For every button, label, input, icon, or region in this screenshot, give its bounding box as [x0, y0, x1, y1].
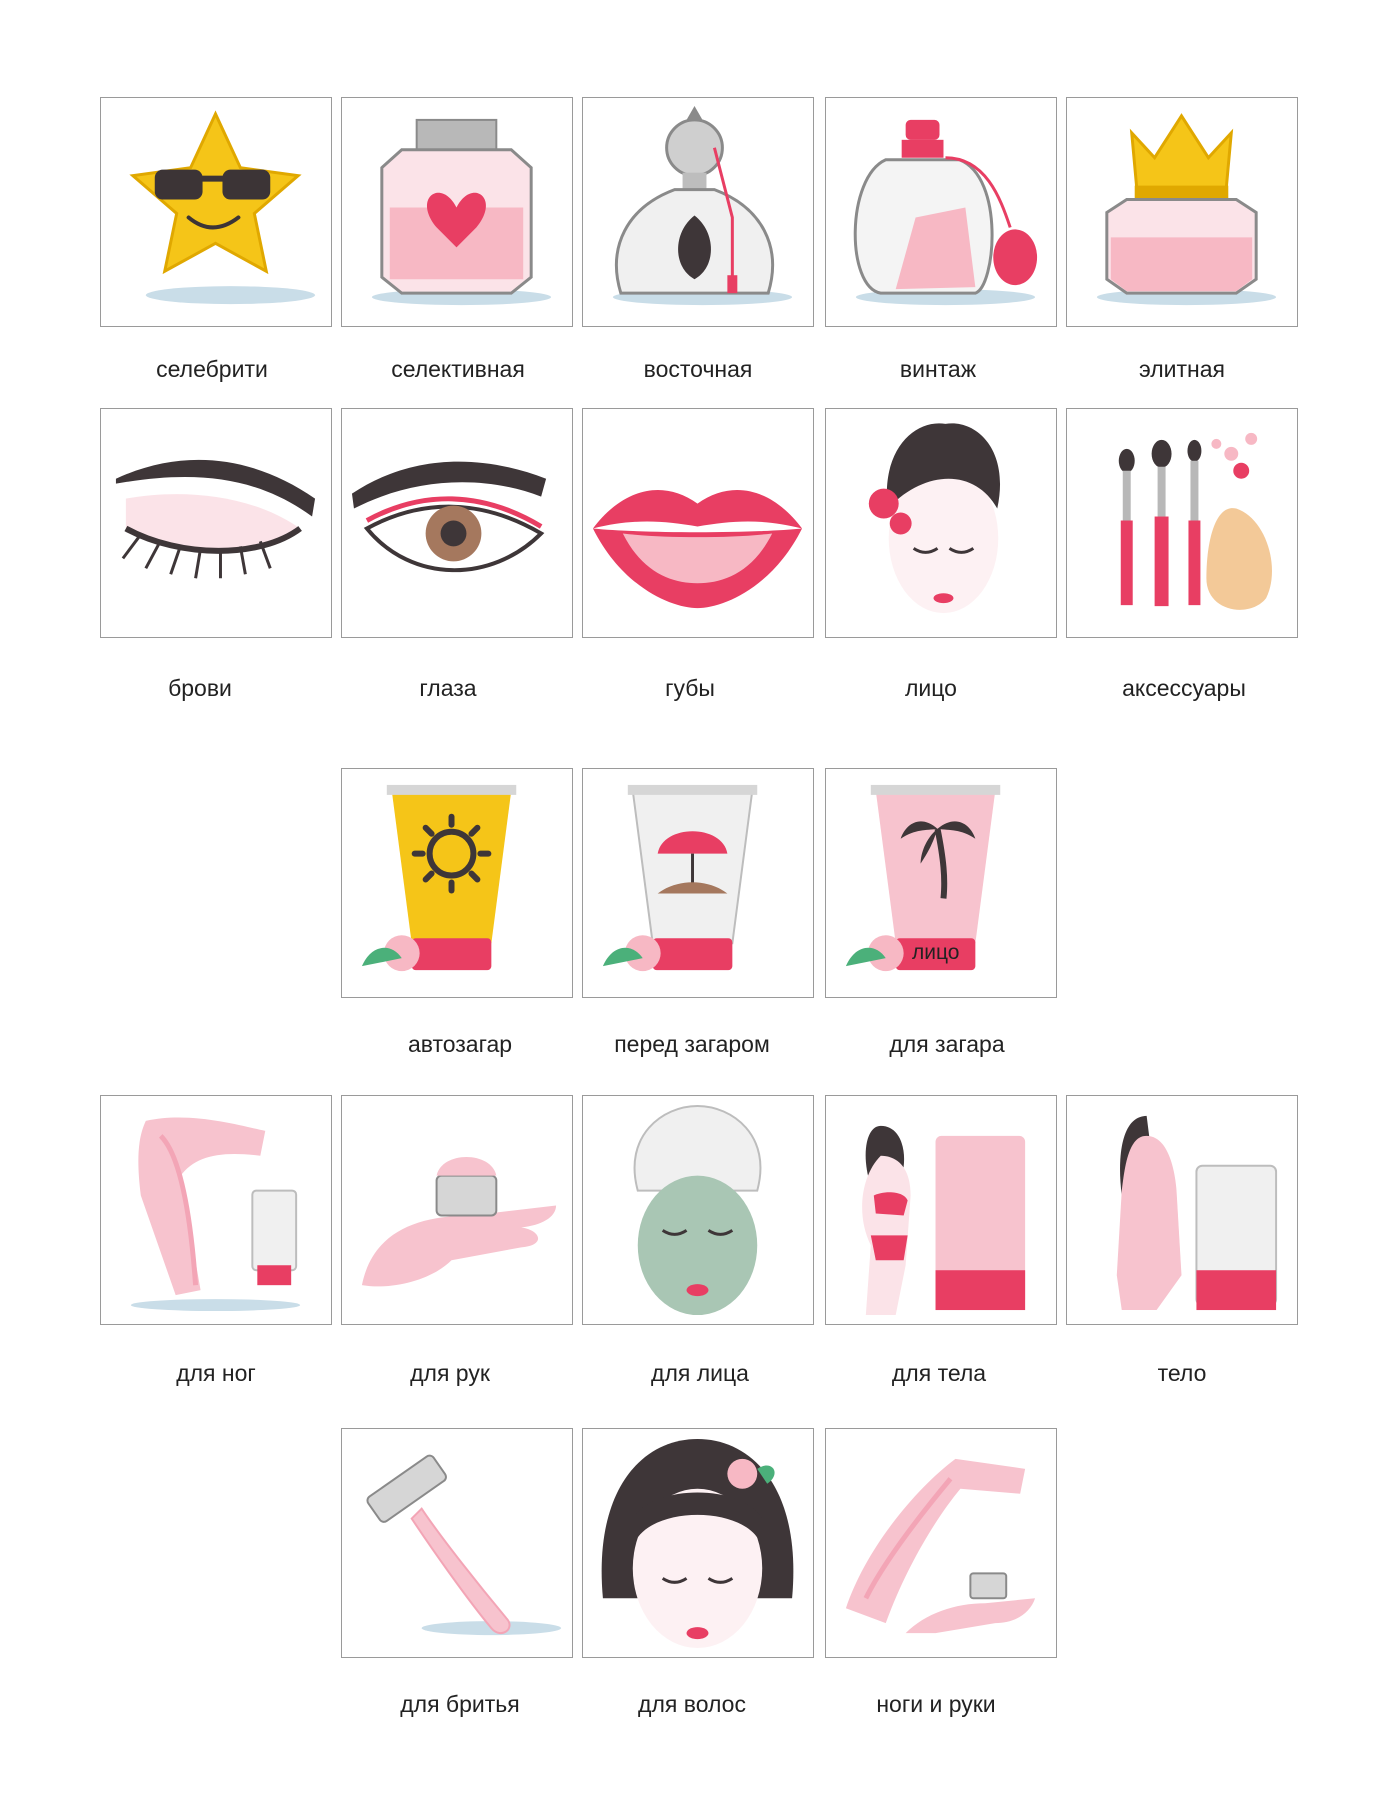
vintage-atomizer-icon: [853, 119, 1038, 306]
tile-vintage[interactable]: [825, 97, 1057, 327]
label-elite: элитная: [1139, 356, 1225, 382]
label-shaving: для бритья: [400, 1691, 520, 1717]
tile-self-tan[interactable]: [341, 768, 573, 998]
tile-oriental[interactable]: [582, 97, 814, 327]
face-rose-icon: [868, 423, 1001, 614]
oriental-perfume-icon: [612, 105, 793, 306]
heart-perfume-icon: [371, 118, 552, 306]
leg-hand-cream-icon: [845, 1458, 1036, 1634]
tile-face-care[interactable]: [582, 1095, 814, 1325]
label-brows: брови: [168, 675, 232, 701]
tile-legs[interactable]: [100, 1095, 332, 1325]
label-legs-hands: ноги и руки: [876, 1691, 996, 1717]
tile-hair[interactable]: [582, 1428, 814, 1658]
tile-selective[interactable]: [341, 97, 573, 327]
tile-eyes[interactable]: [341, 408, 573, 638]
label-tan: для загара: [889, 1031, 1005, 1057]
woman-bikini-tube-icon: [862, 1125, 1026, 1316]
tile-pre-tan[interactable]: [582, 768, 814, 998]
tile-celebrity[interactable]: [100, 97, 332, 327]
label-eyes: глаза: [419, 675, 477, 701]
label-self-tan: автозагар: [407, 1031, 513, 1057]
hand-cream-icon: [361, 1156, 557, 1287]
label-body: тело: [1157, 1360, 1207, 1386]
label-lips: губы: [665, 675, 715, 701]
label-oriental: восточная: [643, 356, 753, 382]
eye-icon: [351, 461, 547, 573]
body-tube-icon: [1116, 1115, 1278, 1311]
tile-hands[interactable]: [341, 1095, 573, 1325]
label-legs: для ног: [176, 1360, 256, 1386]
leg-tube-icon: [130, 1117, 301, 1312]
label-face: лицо: [905, 675, 957, 701]
tile-elite[interactable]: [1066, 97, 1298, 327]
label-celebrity: селебрити: [156, 356, 268, 382]
label-selective: селективная: [391, 356, 525, 382]
tile-body[interactable]: [1066, 1095, 1298, 1325]
tile-face[interactable]: [825, 408, 1057, 638]
label-pre-tan: перед загаром: [614, 1031, 770, 1057]
brushes-sponge-icon: [1118, 432, 1272, 610]
label-vintage: винтаж: [899, 356, 977, 382]
umbrella-tube-icon: [602, 784, 758, 972]
label-hair: для волос: [638, 1691, 746, 1717]
tile-legs-hands[interactable]: [825, 1428, 1057, 1658]
tile-overlay-label: лицо: [912, 941, 960, 964]
tile-shaving[interactable]: [341, 1428, 573, 1658]
tile-tan[interactable]: лицо: [825, 768, 1057, 998]
tile-lips[interactable]: [582, 408, 814, 638]
lips-icon: [592, 490, 803, 609]
eyebrow-icon: [115, 459, 316, 579]
tile-body-care[interactable]: [825, 1095, 1057, 1325]
label-face-care: для лица: [651, 1360, 749, 1386]
label-hands: для рук: [410, 1360, 490, 1386]
sun-tube-icon: [361, 784, 517, 972]
label-body-care: для тела: [891, 1360, 987, 1386]
razor-icon: [366, 1454, 562, 1636]
label-accessories: аксессуары: [1122, 675, 1246, 701]
tile-accessories[interactable]: [1066, 408, 1298, 638]
face-mask-icon: [633, 1104, 762, 1316]
hair-woman-icon: [601, 1438, 794, 1649]
crown-perfume-icon: [1096, 113, 1277, 306]
star-sunglasses-icon: [129, 110, 316, 305]
tile-brows[interactable]: [100, 408, 332, 638]
